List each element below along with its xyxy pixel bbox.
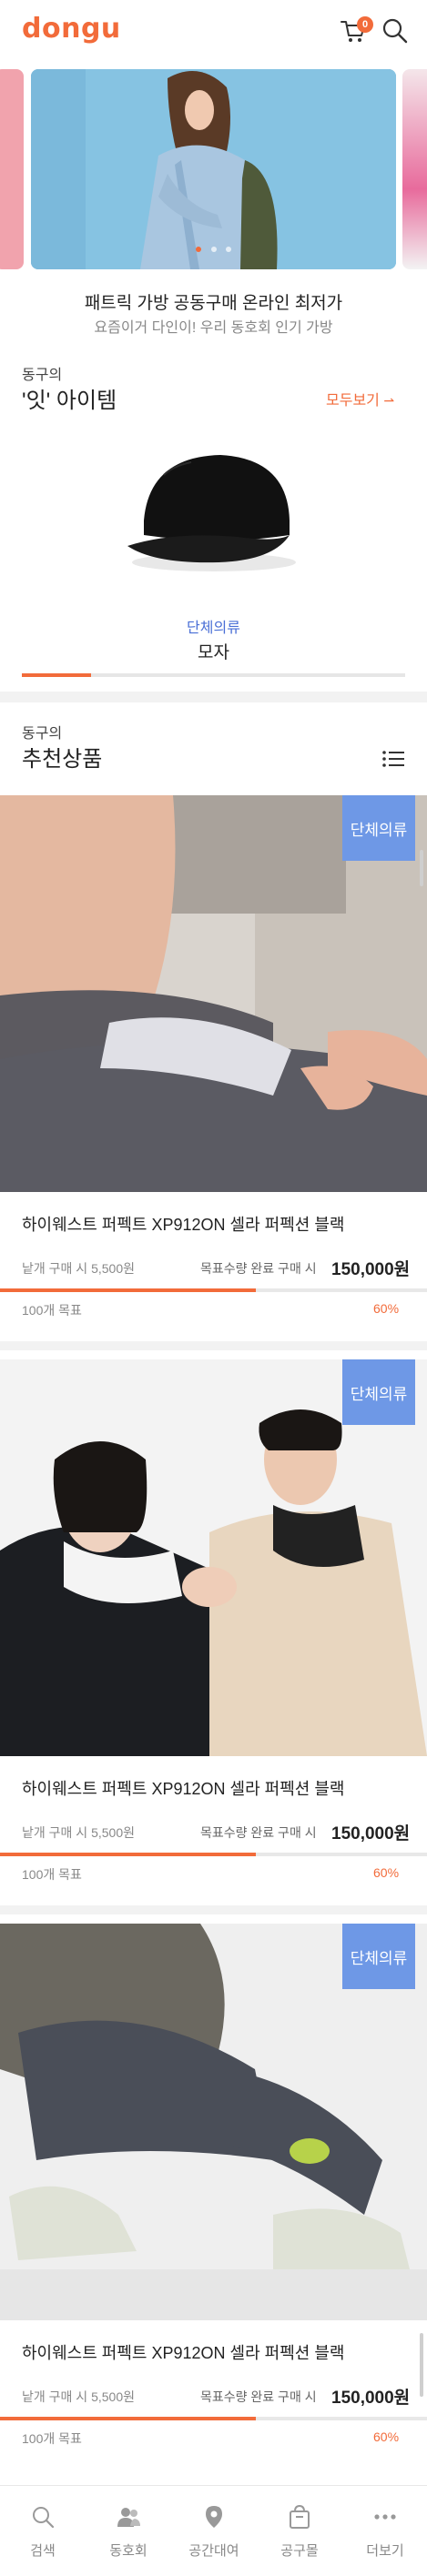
product-card[interactable]: 단체의류 하이웨스트 퍼펙트 XP912ON 셀라 퍼펙션 블랙 낱개 구매 시… <box>0 1359 427 1914</box>
search-icon[interactable] <box>381 16 410 45</box>
carousel-dot[interactable] <box>196 247 202 252</box>
nav-item-space-rental[interactable]: 공간대여 <box>171 2486 257 2576</box>
community-icon <box>117 2508 140 2527</box>
nav-label: 공구몰 <box>280 2543 319 2559</box>
progress-percent: 60% <box>373 2430 400 2444</box>
unit-price-label: 낱개 구매 시 5,500원 <box>22 1825 135 1840</box>
bottom-navigation: 검색 동호회 공간대여 공구몰 더보기 <box>0 2485 427 2576</box>
location-pin-icon <box>206 2506 222 2528</box>
it-items-scroll-indicator <box>22 673 91 677</box>
carousel-indicators <box>31 240 396 257</box>
nav-item-group-buy-mall[interactable]: 공구몰 <box>257 2486 342 2576</box>
section-divider <box>0 692 427 702</box>
product-separator <box>0 1905 427 1914</box>
list-view-icon[interactable] <box>381 746 406 772</box>
banner-title: 패트릭 가방 공동구매 온라인 최저가 <box>84 294 343 313</box>
unit-price-label: 낱개 구매 시 5,500원 <box>22 2389 135 2404</box>
product-card[interactable]: 단체의류 하이웨스트 퍼펙트 XP912ON 셀라 퍼펙션 블랙 낱개 구매 시… <box>0 795 427 1350</box>
see-all-link[interactable]: 모두보기 ⇀ <box>326 388 394 409</box>
image-scrollbar[interactable] <box>420 850 423 886</box>
target-quantity: 100개 목표 <box>22 1867 82 1882</box>
carousel-dot[interactable] <box>210 247 217 252</box>
banner-slide-prev[interactable] <box>0 69 24 269</box>
goal-price: 150,000원 <box>331 1260 411 1279</box>
cart-count-badge: 0 <box>357 16 373 33</box>
more-icon <box>374 2514 396 2520</box>
banner-photo <box>31 69 396 269</box>
it-items-eyebrow: 동구의 <box>22 368 63 383</box>
page-scrollbar[interactable] <box>420 2333 423 2397</box>
product-separator <box>0 1341 427 1350</box>
app-header: dongu 0 <box>0 0 427 66</box>
progress-fill <box>0 1853 257 1856</box>
nav-item-search[interactable]: 검색 <box>0 2486 86 2576</box>
shopping-bag-icon <box>290 2504 310 2529</box>
search-icon <box>33 2507 55 2529</box>
arrow-right-icon: ⇀ <box>383 393 395 408</box>
it-item-category: 단체의류 <box>187 621 240 636</box>
banner-slide-current[interactable] <box>31 69 396 269</box>
goal-price-label: 목표수량 완료 구매 시 <box>200 2389 317 2404</box>
recommended-title: 추천상품 <box>22 747 103 772</box>
carousel-dot[interactable] <box>225 247 231 252</box>
target-quantity: 100개 목표 <box>22 2431 82 2446</box>
banner-subtitle: 요즘이거 다인이! 우리 동호회 인기 가방 <box>94 320 333 336</box>
banner-carousel[interactable] <box>0 69 427 269</box>
goal-price: 150,000원 <box>331 1824 411 1844</box>
unit-price-label: 낱개 구매 시 5,500원 <box>22 1261 135 1276</box>
it-item-name[interactable]: 모자 <box>0 639 427 663</box>
product-category-badge: 단체의류 <box>342 1359 415 1425</box>
nav-label: 공간대여 <box>188 2543 239 2559</box>
nav-item-community[interactable]: 동호회 <box>86 2486 171 2576</box>
nav-label: 검색 <box>30 2543 56 2559</box>
cap-product-image[interactable] <box>118 448 310 584</box>
nav-label: 더보기 <box>366 2543 404 2559</box>
target-quantity: 100개 목표 <box>22 1303 82 1318</box>
it-items-title: '잇' 아이템 <box>22 389 117 413</box>
progress-fill <box>0 1288 257 1292</box>
product-name[interactable]: 하이웨스트 퍼펙트 XP912ON 셀라 퍼펙션 블랙 <box>22 1212 344 1236</box>
progress-fill <box>0 2417 257 2420</box>
product-name[interactable]: 하이웨스트 퍼펙트 XP912ON 셀라 퍼펙션 블랙 <box>22 1776 344 1800</box>
nav-item-more[interactable]: 더보기 <box>342 2486 427 2576</box>
see-all-label: 모두보기 <box>326 393 380 409</box>
product-card[interactable]: 단체의류 하이웨스트 퍼펙트 XP912ON 셀라 퍼펙션 블랙 낱개 구매 시… <box>0 1924 427 2479</box>
nav-label: 동호회 <box>109 2543 147 2559</box>
progress-percent: 60% <box>373 1865 400 1880</box>
dongu-logo[interactable]: dongu <box>22 13 121 45</box>
banner-slide-next[interactable] <box>402 69 427 269</box>
recommended-eyebrow: 동구의 <box>22 726 63 742</box>
goal-price-label: 목표수량 완료 구매 시 <box>200 1261 317 1276</box>
product-category-badge: 단체의류 <box>342 1924 415 1989</box>
goal-price-label: 목표수량 완료 구매 시 <box>200 1825 317 1840</box>
progress-percent: 60% <box>373 1301 400 1316</box>
product-name[interactable]: 하이웨스트 퍼펙트 XP912ON 셀라 퍼펙션 블랙 <box>22 2340 344 2364</box>
product-category-badge: 단체의류 <box>342 795 415 861</box>
goal-price: 150,000원 <box>331 2389 411 2408</box>
